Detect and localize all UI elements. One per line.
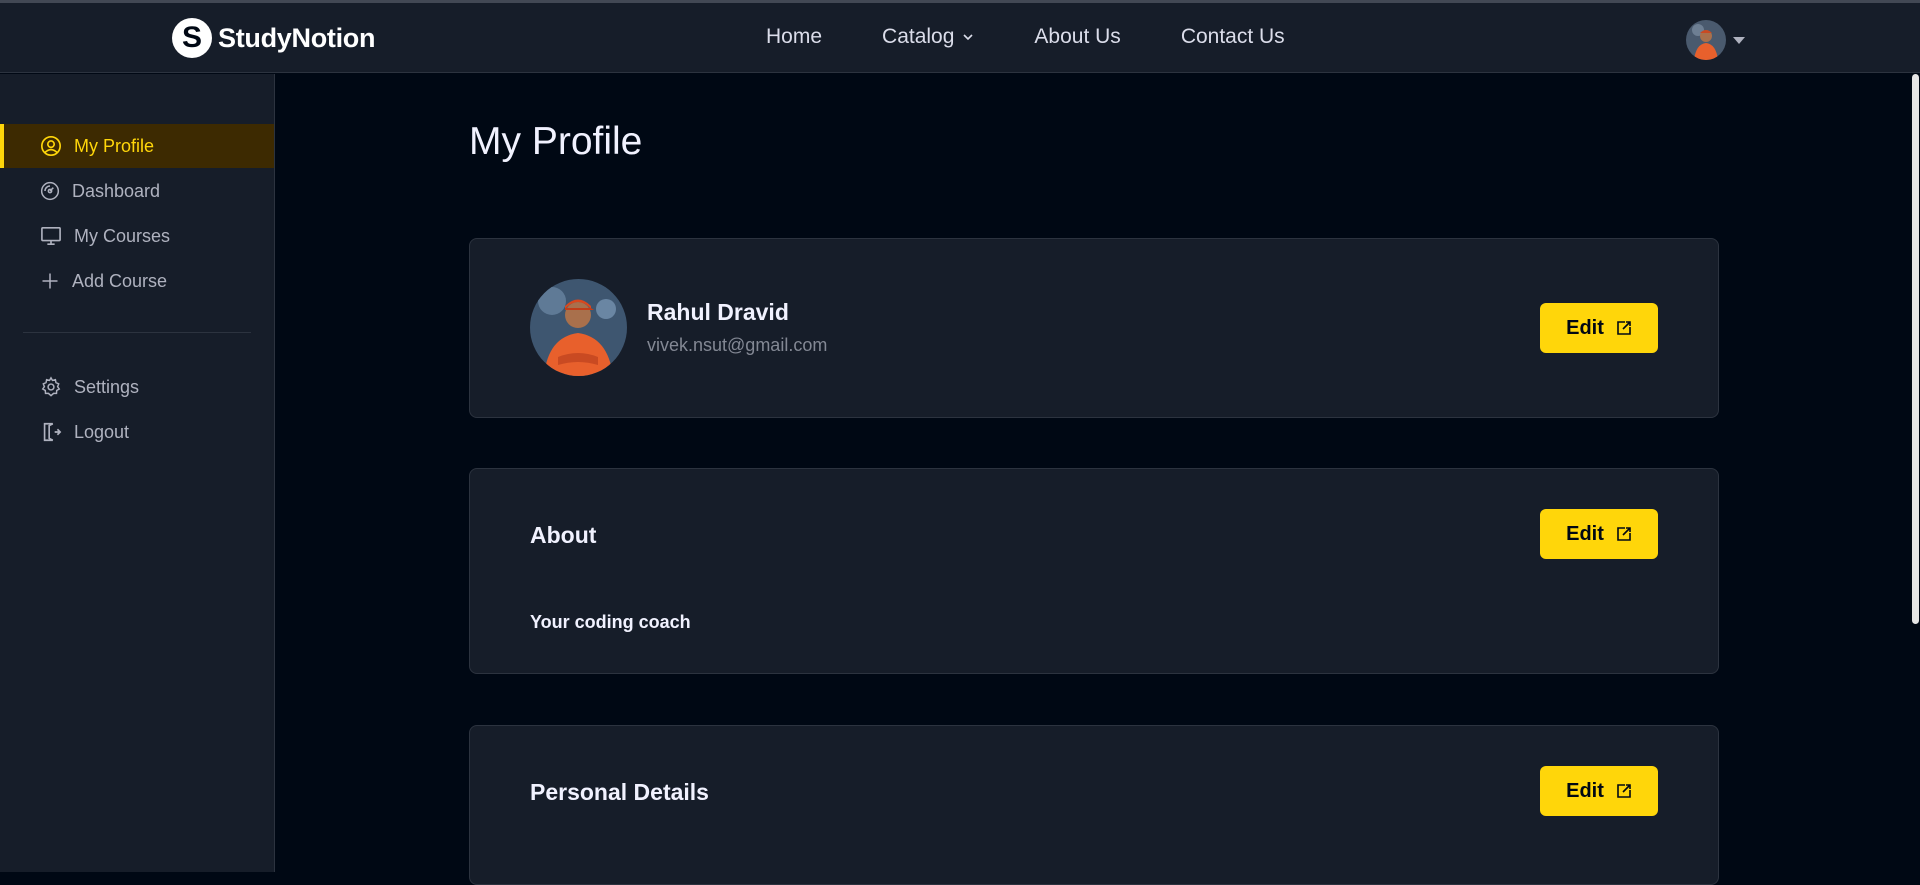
about-text: Your coding coach [530,612,691,632]
nav-link-catalog[interactable]: Catalog [882,25,974,49]
gear-icon [41,376,61,397]
user-email: vivek.nsut@gmail.com [647,335,828,355]
sidebar-item-label: Logout [74,421,130,442]
sidebar-item-logout[interactable]: Logout [0,410,274,454]
logo-icon: S [172,18,212,58]
about-title: About [530,522,597,548]
sidebar: My Profile Dashboard My Courses Add Cour… [0,74,275,872]
sidebar-item-settings[interactable]: Settings [0,365,274,409]
profile-avatar [530,279,627,376]
edit-icon [1617,527,1631,541]
nav-links: Home Catalog About Us Contact Us [766,25,1285,49]
sidebar-item-label: Settings [74,376,140,397]
nav-link-label: About Us [1034,25,1121,48]
caret-down-icon [1733,37,1745,44]
user-name: Rahul Dravid [647,299,789,325]
brand-logo[interactable]: S StudyNotion [172,18,375,58]
page-title: My Profile [469,120,643,163]
personal-details-card: Personal Details Edit [469,725,1719,885]
sidebar-item-label: Add Course [72,270,168,291]
sidebar-item-label: Dashboard [72,180,161,201]
button-label: Edit [1566,522,1604,545]
scrollbar-thumb[interactable] [1912,74,1919,624]
nav-link-label: Home [766,25,823,48]
gauge-icon [40,181,60,201]
sidebar-item-add-course[interactable]: Add Course [0,259,274,303]
profile-card: Rahul Dravid vivek.nsut@gmail.com Edit [469,238,1719,418]
nav-link-contact[interactable]: Contact Us [1181,25,1285,49]
edit-icon [1617,321,1631,335]
sidebar-item-dashboard[interactable]: Dashboard [0,169,274,213]
sidebar-item-label: My Profile [74,135,155,156]
monitor-icon [41,227,61,245]
personal-details-title: Personal Details [530,779,709,805]
edit-profile-button[interactable]: Edit [1540,303,1658,353]
top-navbar: S StudyNotion Home Catalog About Us Cont… [0,3,1920,73]
sidebar-item-my-profile[interactable]: My Profile [0,124,274,168]
chevron-down-icon [963,34,973,41]
about-card: About Your coding coach Edit [469,468,1719,674]
user-circle-icon [41,136,61,156]
button-label: Edit [1566,316,1604,339]
sidebar-divider [23,332,251,333]
plus-icon [42,273,58,289]
sidebar-item-label: My Courses [74,225,171,246]
button-label: Edit [1566,779,1604,802]
nav-link-label: Catalog [882,25,955,48]
profile-dropdown[interactable] [1686,20,1746,60]
logout-icon [43,422,62,442]
edit-about-button[interactable]: Edit [1540,509,1658,559]
sidebar-item-my-courses[interactable]: My Courses [0,214,274,258]
nav-link-about[interactable]: About Us [1034,25,1120,49]
edit-personal-details-button[interactable]: Edit [1540,766,1658,816]
avatar [1686,20,1726,60]
brand-name: StudyNotion [218,22,376,53]
edit-icon [1617,784,1631,798]
nav-link-home[interactable]: Home [766,25,822,49]
nav-link-label: Contact Us [1180,25,1285,48]
